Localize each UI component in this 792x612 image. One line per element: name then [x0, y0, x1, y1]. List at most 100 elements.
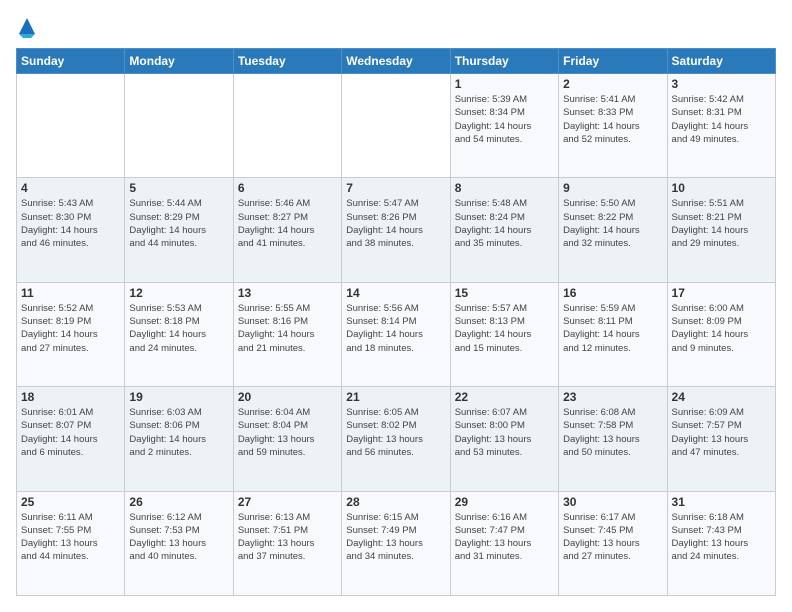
day-info: Sunrise: 5:50 AM Sunset: 8:22 PM Dayligh…: [563, 197, 662, 250]
day-cell: 7Sunrise: 5:47 AM Sunset: 8:26 PM Daylig…: [342, 178, 450, 282]
header: [16, 16, 776, 38]
day-info: Sunrise: 6:08 AM Sunset: 7:58 PM Dayligh…: [563, 406, 662, 459]
day-number: 16: [563, 286, 662, 300]
weekday-header-saturday: Saturday: [667, 49, 775, 74]
logo: [16, 16, 37, 38]
day-cell: 19 Sunrise: 6:03 AM Sunset: 8:06 PM Dayli…: [125, 387, 233, 491]
day-number: 3: [672, 77, 771, 91]
day-info: Sunrise: 5:46 AM Sunset: 8:27 PM Dayligh…: [238, 197, 337, 250]
day-number: 29: [455, 495, 554, 509]
day-cell: 16 Sunrise: 5:59 AM Sunset: 8:11 PM Dayli…: [559, 282, 667, 386]
calendar-page: SundayMondayTuesdayWednesdayThursdayFrid…: [0, 0, 792, 612]
weekday-header-tuesday: Tuesday: [233, 49, 341, 74]
day-number: 19: [129, 390, 228, 404]
day-info: Sunrise: 6:13 AM Sunset: 7:51 PM Dayligh…: [238, 511, 337, 564]
day-cell: 20 Sunrise: 6:04 AM Sunset: 8:04 PM Dayli…: [233, 387, 341, 491]
day-cell: 15 Sunrise: 5:57 AM Sunset: 8:13 PM Dayli…: [450, 282, 558, 386]
day-number: 25: [21, 495, 120, 509]
day-info: Sunrise: 6:12 AM Sunset: 7:53 PM Dayligh…: [129, 511, 228, 564]
day-number: 17: [672, 286, 771, 300]
week-row-2: 4 Sunrise: 5:43 AM Sunset: 8:30 PM Daylig…: [17, 178, 776, 282]
day-cell: 26 Sunrise: 6:12 AM Sunset: 7:53 PM Dayli…: [125, 491, 233, 595]
day-info: Sunrise: 5:41 AM Sunset: 8:33 PM Dayligh…: [563, 93, 662, 146]
day-info: Sunrise: 5:55 AM Sunset: 8:16 PM Dayligh…: [238, 302, 337, 355]
day-cell: 18 Sunrise: 6:01 AM Sunset: 8:07 PM Dayli…: [17, 387, 125, 491]
day-number: 5: [129, 181, 228, 195]
day-number: 20: [238, 390, 337, 404]
day-number: 22: [455, 390, 554, 404]
day-number: 30: [563, 495, 662, 509]
day-cell: 3 Sunrise: 5:42 AM Sunset: 8:31 PM Daylig…: [667, 74, 775, 178]
day-info: Sunrise: 5:52 AM Sunset: 8:19 PM Dayligh…: [21, 302, 120, 355]
day-cell: 12Sunrise: 5:53 AM Sunset: 8:18 PM Dayli…: [125, 282, 233, 386]
day-cell: 24Sunrise: 6:09 AM Sunset: 7:57 PM Dayli…: [667, 387, 775, 491]
day-info: Sunrise: 6:18 AM Sunset: 7:43 PM Dayligh…: [672, 511, 771, 564]
week-row-3: 11 Sunrise: 5:52 AM Sunset: 8:19 PM Dayli…: [17, 282, 776, 386]
day-info: Sunrise: 5:56 AM Sunset: 8:14 PM Dayligh…: [346, 302, 445, 355]
day-number: 9: [563, 181, 662, 195]
day-number: 7: [346, 181, 445, 195]
day-cell: 17 Sunrise: 6:00 AM Sunset: 8:09 PM Dayli…: [667, 282, 775, 386]
day-cell: [342, 74, 450, 178]
day-info: Sunrise: 6:01 AM Sunset: 8:07 PM Dayligh…: [21, 406, 120, 459]
day-info: Sunrise: 5:48 AM Sunset: 8:24 PM Dayligh…: [455, 197, 554, 250]
weekday-header-thursday: Thursday: [450, 49, 558, 74]
day-cell: [233, 74, 341, 178]
day-number: 28: [346, 495, 445, 509]
day-info: Sunrise: 6:07 AM Sunset: 8:00 PM Dayligh…: [455, 406, 554, 459]
calendar-table: SundayMondayTuesdayWednesdayThursdayFrid…: [16, 48, 776, 596]
weekday-header-friday: Friday: [559, 49, 667, 74]
logo-icon: [17, 16, 37, 38]
day-info: Sunrise: 5:39 AM Sunset: 8:34 PM Dayligh…: [455, 93, 554, 146]
day-info: Sunrise: 5:53 AM Sunset: 8:18 PM Dayligh…: [129, 302, 228, 355]
day-number: 13: [238, 286, 337, 300]
day-cell: 6 Sunrise: 5:46 AM Sunset: 8:27 PM Daylig…: [233, 178, 341, 282]
week-row-5: 25 Sunrise: 6:11 AM Sunset: 7:55 PM Dayli…: [17, 491, 776, 595]
day-cell: 23 Sunrise: 6:08 AM Sunset: 7:58 PM Dayli…: [559, 387, 667, 491]
day-cell: 11 Sunrise: 5:52 AM Sunset: 8:19 PM Dayli…: [17, 282, 125, 386]
day-info: Sunrise: 6:17 AM Sunset: 7:45 PM Dayligh…: [563, 511, 662, 564]
day-cell: 29Sunrise: 6:16 AM Sunset: 7:47 PM Dayli…: [450, 491, 558, 595]
day-cell: [125, 74, 233, 178]
day-cell: 1Sunrise: 5:39 AM Sunset: 8:34 PM Daylig…: [450, 74, 558, 178]
day-number: 31: [672, 495, 771, 509]
day-info: Sunrise: 5:43 AM Sunset: 8:30 PM Dayligh…: [21, 197, 120, 250]
weekday-header-monday: Monday: [125, 49, 233, 74]
day-cell: 4 Sunrise: 5:43 AM Sunset: 8:30 PM Daylig…: [17, 178, 125, 282]
day-cell: 2Sunrise: 5:41 AM Sunset: 8:33 PM Daylig…: [559, 74, 667, 178]
day-info: Sunrise: 5:59 AM Sunset: 8:11 PM Dayligh…: [563, 302, 662, 355]
day-number: 21: [346, 390, 445, 404]
day-cell: 21Sunrise: 6:05 AM Sunset: 8:02 PM Dayli…: [342, 387, 450, 491]
day-info: Sunrise: 6:11 AM Sunset: 7:55 PM Dayligh…: [21, 511, 120, 564]
day-cell: 14 Sunrise: 5:56 AM Sunset: 8:14 PM Dayli…: [342, 282, 450, 386]
day-cell: 10Sunrise: 5:51 AM Sunset: 8:21 PM Dayli…: [667, 178, 775, 282]
day-info: Sunrise: 6:15 AM Sunset: 7:49 PM Dayligh…: [346, 511, 445, 564]
day-number: 4: [21, 181, 120, 195]
day-cell: 9 Sunrise: 5:50 AM Sunset: 8:22 PM Daylig…: [559, 178, 667, 282]
week-row-4: 18 Sunrise: 6:01 AM Sunset: 8:07 PM Dayli…: [17, 387, 776, 491]
day-cell: 13 Sunrise: 5:55 AM Sunset: 8:16 PM Dayli…: [233, 282, 341, 386]
day-info: Sunrise: 5:42 AM Sunset: 8:31 PM Dayligh…: [672, 93, 771, 146]
day-number: 18: [21, 390, 120, 404]
day-number: 27: [238, 495, 337, 509]
day-cell: 28 Sunrise: 6:15 AM Sunset: 7:49 PM Dayli…: [342, 491, 450, 595]
day-cell: 22 Sunrise: 6:07 AM Sunset: 8:00 PM Dayli…: [450, 387, 558, 491]
day-info: Sunrise: 6:00 AM Sunset: 8:09 PM Dayligh…: [672, 302, 771, 355]
day-info: Sunrise: 6:04 AM Sunset: 8:04 PM Dayligh…: [238, 406, 337, 459]
day-number: 11: [21, 286, 120, 300]
day-number: 14: [346, 286, 445, 300]
day-number: 23: [563, 390, 662, 404]
weekday-header-wednesday: Wednesday: [342, 49, 450, 74]
day-info: Sunrise: 6:03 AM Sunset: 8:06 PM Dayligh…: [129, 406, 228, 459]
weekday-header-sunday: Sunday: [17, 49, 125, 74]
day-number: 26: [129, 495, 228, 509]
day-cell: 25 Sunrise: 6:11 AM Sunset: 7:55 PM Dayli…: [17, 491, 125, 595]
day-number: 6: [238, 181, 337, 195]
day-cell: [17, 74, 125, 178]
day-cell: 30 Sunrise: 6:17 AM Sunset: 7:45 PM Dayli…: [559, 491, 667, 595]
day-cell: 5Sunrise: 5:44 AM Sunset: 8:29 PM Daylig…: [125, 178, 233, 282]
day-number: 15: [455, 286, 554, 300]
day-number: 8: [455, 181, 554, 195]
day-info: Sunrise: 5:57 AM Sunset: 8:13 PM Dayligh…: [455, 302, 554, 355]
day-info: Sunrise: 6:09 AM Sunset: 7:57 PM Dayligh…: [672, 406, 771, 459]
